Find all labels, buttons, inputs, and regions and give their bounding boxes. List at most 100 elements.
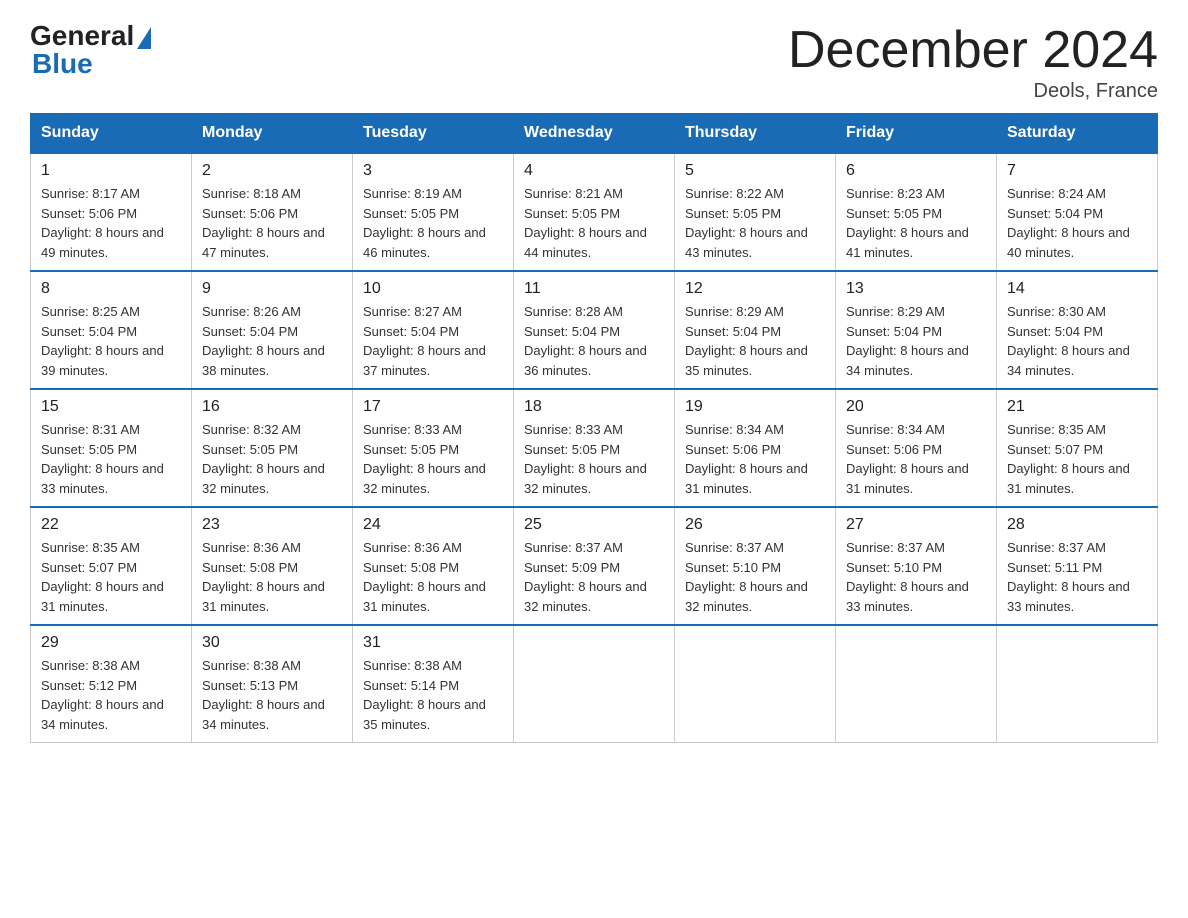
table-row: 6 Sunrise: 8:23 AM Sunset: 5:05 PM Dayli… — [836, 153, 997, 271]
day-number: 13 — [846, 280, 986, 298]
day-number: 21 — [1007, 398, 1147, 416]
calendar-body: 1 Sunrise: 8:17 AM Sunset: 5:06 PM Dayli… — [31, 153, 1158, 743]
day-info: Sunrise: 8:37 AM Sunset: 5:11 PM Dayligh… — [1007, 538, 1147, 616]
table-row: 25 Sunrise: 8:37 AM Sunset: 5:09 PM Dayl… — [514, 507, 675, 625]
day-info: Sunrise: 8:25 AM Sunset: 5:04 PM Dayligh… — [41, 302, 181, 380]
day-info: Sunrise: 8:17 AM Sunset: 5:06 PM Dayligh… — [41, 184, 181, 262]
day-info: Sunrise: 8:37 AM Sunset: 5:10 PM Dayligh… — [846, 538, 986, 616]
day-number: 16 — [202, 398, 342, 416]
table-row: 31 Sunrise: 8:38 AM Sunset: 5:14 PM Dayl… — [353, 625, 514, 743]
day-number: 31 — [363, 634, 503, 652]
day-info: Sunrise: 8:35 AM Sunset: 5:07 PM Dayligh… — [1007, 420, 1147, 498]
day-number: 6 — [846, 162, 986, 180]
month-title: December 2024 — [788, 20, 1158, 80]
day-info: Sunrise: 8:38 AM Sunset: 5:14 PM Dayligh… — [363, 656, 503, 734]
day-info: Sunrise: 8:37 AM Sunset: 5:10 PM Dayligh… — [685, 538, 825, 616]
day-number: 4 — [524, 162, 664, 180]
table-row: 30 Sunrise: 8:38 AM Sunset: 5:13 PM Dayl… — [192, 625, 353, 743]
title-block: December 2024 Deols, France — [788, 20, 1158, 103]
day-number: 8 — [41, 280, 181, 298]
calendar-week-row: 8 Sunrise: 8:25 AM Sunset: 5:04 PM Dayli… — [31, 271, 1158, 389]
table-row: 29 Sunrise: 8:38 AM Sunset: 5:12 PM Dayl… — [31, 625, 192, 743]
calendar-table: Sunday Monday Tuesday Wednesday Thursday… — [30, 113, 1158, 743]
day-number: 11 — [524, 280, 664, 298]
page-header: General Blue December 2024 Deols, France — [30, 20, 1158, 103]
table-row: 14 Sunrise: 8:30 AM Sunset: 5:04 PM Dayl… — [997, 271, 1158, 389]
header-monday: Monday — [192, 114, 353, 154]
calendar-week-row: 29 Sunrise: 8:38 AM Sunset: 5:12 PM Dayl… — [31, 625, 1158, 743]
day-number: 19 — [685, 398, 825, 416]
header-tuesday: Tuesday — [353, 114, 514, 154]
day-info: Sunrise: 8:33 AM Sunset: 5:05 PM Dayligh… — [363, 420, 503, 498]
table-row: 2 Sunrise: 8:18 AM Sunset: 5:06 PM Dayli… — [192, 153, 353, 271]
day-number: 27 — [846, 516, 986, 534]
table-row: 21 Sunrise: 8:35 AM Sunset: 5:07 PM Dayl… — [997, 389, 1158, 507]
day-number: 1 — [41, 162, 181, 180]
day-info: Sunrise: 8:33 AM Sunset: 5:05 PM Dayligh… — [524, 420, 664, 498]
table-row: 18 Sunrise: 8:33 AM Sunset: 5:05 PM Dayl… — [514, 389, 675, 507]
header-row: Sunday Monday Tuesday Wednesday Thursday… — [31, 114, 1158, 154]
day-info: Sunrise: 8:19 AM Sunset: 5:05 PM Dayligh… — [363, 184, 503, 262]
table-row: 1 Sunrise: 8:17 AM Sunset: 5:06 PM Dayli… — [31, 153, 192, 271]
day-number: 3 — [363, 162, 503, 180]
table-row: 17 Sunrise: 8:33 AM Sunset: 5:05 PM Dayl… — [353, 389, 514, 507]
day-number: 2 — [202, 162, 342, 180]
day-number: 30 — [202, 634, 342, 652]
day-info: Sunrise: 8:24 AM Sunset: 5:04 PM Dayligh… — [1007, 184, 1147, 262]
table-row: 12 Sunrise: 8:29 AM Sunset: 5:04 PM Dayl… — [675, 271, 836, 389]
table-row — [836, 625, 997, 743]
table-row — [675, 625, 836, 743]
day-info: Sunrise: 8:26 AM Sunset: 5:04 PM Dayligh… — [202, 302, 342, 380]
day-info: Sunrise: 8:34 AM Sunset: 5:06 PM Dayligh… — [846, 420, 986, 498]
calendar-header: Sunday Monday Tuesday Wednesday Thursday… — [31, 114, 1158, 154]
header-saturday: Saturday — [997, 114, 1158, 154]
day-number: 20 — [846, 398, 986, 416]
table-row: 28 Sunrise: 8:37 AM Sunset: 5:11 PM Dayl… — [997, 507, 1158, 625]
day-info: Sunrise: 8:36 AM Sunset: 5:08 PM Dayligh… — [202, 538, 342, 616]
day-info: Sunrise: 8:32 AM Sunset: 5:05 PM Dayligh… — [202, 420, 342, 498]
header-friday: Friday — [836, 114, 997, 154]
day-info: Sunrise: 8:38 AM Sunset: 5:12 PM Dayligh… — [41, 656, 181, 734]
table-row: 10 Sunrise: 8:27 AM Sunset: 5:04 PM Dayl… — [353, 271, 514, 389]
table-row: 16 Sunrise: 8:32 AM Sunset: 5:05 PM Dayl… — [192, 389, 353, 507]
day-number: 15 — [41, 398, 181, 416]
table-row: 4 Sunrise: 8:21 AM Sunset: 5:05 PM Dayli… — [514, 153, 675, 271]
day-info: Sunrise: 8:22 AM Sunset: 5:05 PM Dayligh… — [685, 184, 825, 262]
location-text: Deols, France — [788, 80, 1158, 103]
table-row — [997, 625, 1158, 743]
day-info: Sunrise: 8:31 AM Sunset: 5:05 PM Dayligh… — [41, 420, 181, 498]
day-number: 12 — [685, 280, 825, 298]
day-info: Sunrise: 8:27 AM Sunset: 5:04 PM Dayligh… — [363, 302, 503, 380]
day-info: Sunrise: 8:35 AM Sunset: 5:07 PM Dayligh… — [41, 538, 181, 616]
table-row: 19 Sunrise: 8:34 AM Sunset: 5:06 PM Dayl… — [675, 389, 836, 507]
table-row: 11 Sunrise: 8:28 AM Sunset: 5:04 PM Dayl… — [514, 271, 675, 389]
day-info: Sunrise: 8:30 AM Sunset: 5:04 PM Dayligh… — [1007, 302, 1147, 380]
header-wednesday: Wednesday — [514, 114, 675, 154]
day-number: 5 — [685, 162, 825, 180]
table-row: 26 Sunrise: 8:37 AM Sunset: 5:10 PM Dayl… — [675, 507, 836, 625]
header-thursday: Thursday — [675, 114, 836, 154]
day-number: 9 — [202, 280, 342, 298]
day-number: 25 — [524, 516, 664, 534]
day-number: 14 — [1007, 280, 1147, 298]
day-info: Sunrise: 8:36 AM Sunset: 5:08 PM Dayligh… — [363, 538, 503, 616]
day-number: 23 — [202, 516, 342, 534]
day-number: 17 — [363, 398, 503, 416]
table-row: 9 Sunrise: 8:26 AM Sunset: 5:04 PM Dayli… — [192, 271, 353, 389]
table-row: 15 Sunrise: 8:31 AM Sunset: 5:05 PM Dayl… — [31, 389, 192, 507]
day-info: Sunrise: 8:34 AM Sunset: 5:06 PM Dayligh… — [685, 420, 825, 498]
calendar-week-row: 1 Sunrise: 8:17 AM Sunset: 5:06 PM Dayli… — [31, 153, 1158, 271]
day-info: Sunrise: 8:37 AM Sunset: 5:09 PM Dayligh… — [524, 538, 664, 616]
day-number: 26 — [685, 516, 825, 534]
logo-triangle-icon — [137, 27, 151, 49]
day-info: Sunrise: 8:38 AM Sunset: 5:13 PM Dayligh… — [202, 656, 342, 734]
day-info: Sunrise: 8:18 AM Sunset: 5:06 PM Dayligh… — [202, 184, 342, 262]
table-row: 5 Sunrise: 8:22 AM Sunset: 5:05 PM Dayli… — [675, 153, 836, 271]
table-row: 8 Sunrise: 8:25 AM Sunset: 5:04 PM Dayli… — [31, 271, 192, 389]
table-row — [514, 625, 675, 743]
day-info: Sunrise: 8:23 AM Sunset: 5:05 PM Dayligh… — [846, 184, 986, 262]
day-number: 28 — [1007, 516, 1147, 534]
table-row: 24 Sunrise: 8:36 AM Sunset: 5:08 PM Dayl… — [353, 507, 514, 625]
day-info: Sunrise: 8:29 AM Sunset: 5:04 PM Dayligh… — [846, 302, 986, 380]
logo-blue-text: Blue — [32, 48, 93, 80]
